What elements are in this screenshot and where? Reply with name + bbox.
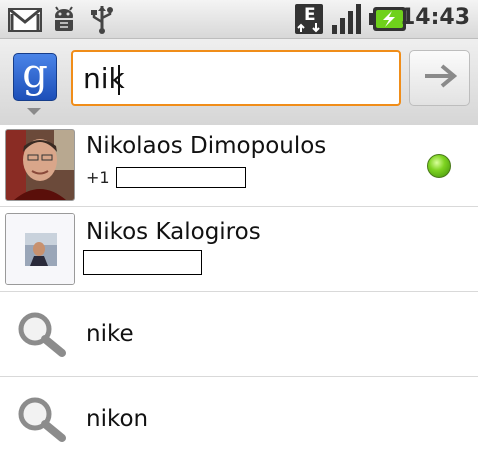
edge-data-icon: E <box>294 3 324 39</box>
status-time: 14:43 <box>399 5 470 30</box>
presence-online-icon <box>427 154 451 178</box>
google-g-icon[interactable]: g <box>13 53 57 101</box>
arrow-right-icon <box>423 63 457 93</box>
phone-prefix: +1 <box>86 168 110 187</box>
search-icon <box>16 310 68 362</box>
redacted-box <box>115 167 246 188</box>
text-cursor <box>118 65 120 95</box>
suggestion-list: Nikolaos Dimopoulos +1 Nikos Kalogiros n… <box>0 125 478 461</box>
suggestion-text: nikon <box>86 406 149 432</box>
contact-phone: +1 <box>86 167 246 188</box>
contact-photo <box>5 129 75 201</box>
signal-icon <box>331 3 363 39</box>
contact-phone <box>83 250 202 275</box>
contact-photo <box>5 213 75 285</box>
chevron-down-icon[interactable] <box>27 108 41 115</box>
search-icon <box>16 395 68 447</box>
status-bar: E 14:43 <box>0 0 478 39</box>
usb-icon <box>89 4 115 38</box>
search-bar: g <box>0 39 478 126</box>
suggestion-text: nike <box>86 321 134 347</box>
redacted-box <box>83 250 202 275</box>
contact-result[interactable]: Nikolaos Dimopoulos +1 <box>0 125 478 207</box>
contact-name: Nikolaos Dimopoulos <box>86 133 327 159</box>
search-go-button[interactable] <box>409 50 470 106</box>
search-engine-letter: g <box>22 51 48 97</box>
contact-name: Nikos Kalogiros <box>86 219 261 245</box>
contact-result[interactable]: Nikos Kalogiros <box>0 207 478 292</box>
android-debug-icon <box>51 6 77 38</box>
query-suggestion[interactable]: nike <box>0 292 478 377</box>
svg-text:E: E <box>304 5 316 25</box>
search-input[interactable] <box>71 50 401 106</box>
gmail-icon <box>8 7 42 36</box>
query-suggestion[interactable]: nikon <box>0 377 478 461</box>
